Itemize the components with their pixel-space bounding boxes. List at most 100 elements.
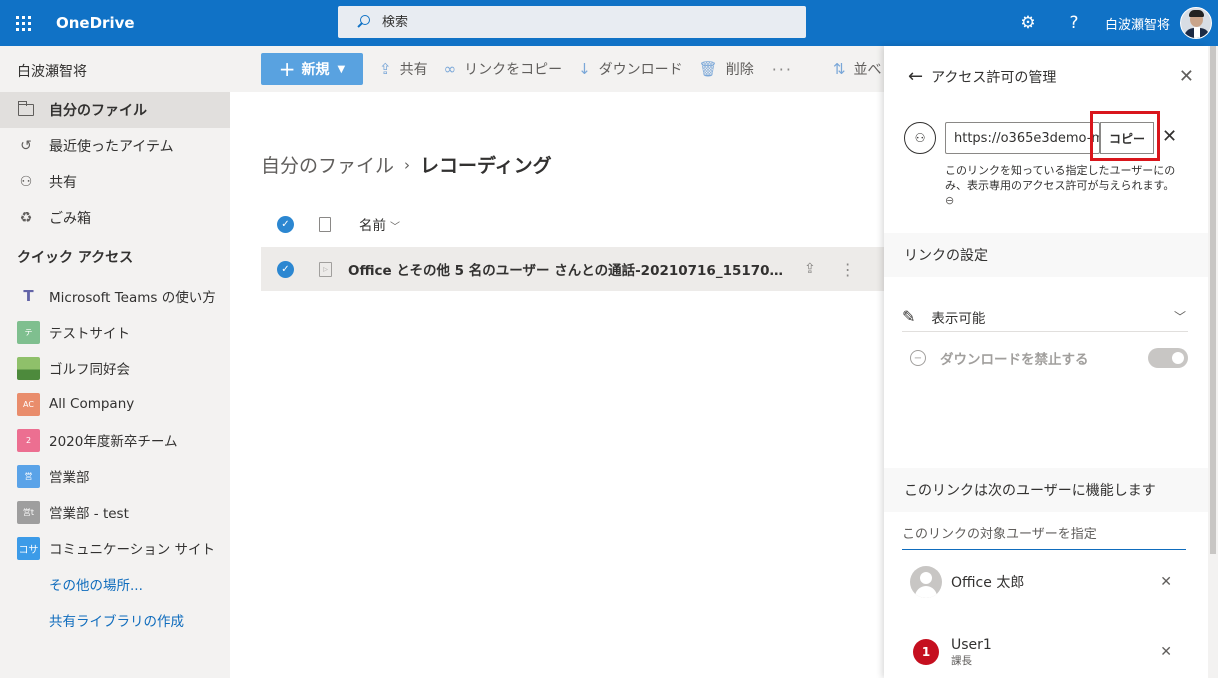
more-vertical-icon[interactable]: ⋮	[840, 260, 856, 279]
sort-command-label: 並べ	[853, 62, 882, 78]
remove-link-icon[interactable]: ✕	[1162, 126, 1177, 147]
share-command[interactable]: ⇪ 共有	[379, 59, 428, 79]
remove-person-icon[interactable]: ✕	[1160, 574, 1172, 590]
nav-my-files[interactable]: 自分のファイル	[0, 92, 230, 128]
back-arrow-icon[interactable]: ←	[908, 66, 923, 87]
collapse-icon[interactable]: ⊖	[945, 194, 954, 207]
waffle-icon	[15, 15, 31, 31]
quick-access-new-grad-team[interactable]: 2 2020年度新卒チーム	[0, 422, 230, 458]
download-command[interactable]: ↓ ダウンロード	[578, 59, 683, 79]
new-button[interactable]: + 新規 ▼	[261, 53, 363, 85]
account-name[interactable]: 白波瀬智将	[1105, 14, 1170, 33]
main-content: 自分のファイル › レコーディング ✓ 名前 ﹀ ✓ ▷ Office とその他 …	[230, 92, 884, 678]
copy-highlight-box	[1090, 111, 1160, 161]
quick-access-test-site[interactable]: テ テストサイト	[0, 314, 230, 350]
block-download-toggle[interactable]	[1148, 348, 1188, 368]
quick-access-sales-test[interactable]: 営t 営業部 - test	[0, 494, 230, 530]
pencil-icon: ✎	[902, 307, 916, 326]
quick-access-golf[interactable]: ゴルフ同好会	[0, 350, 230, 386]
suite-header: OneDrive ⚙ ? 白波瀬智将	[0, 0, 1218, 46]
nav-shared[interactable]: ⚇ 共有	[0, 164, 230, 200]
left-navigation: 白波瀬智将 自分のファイル ↺ 最近使ったアイテム ⚇ 共有 ♻ ごみ箱 クイッ…	[0, 46, 230, 678]
search-icon	[356, 14, 372, 30]
sort-command[interactable]: ⇅ 並べ	[833, 59, 882, 79]
nav-recycle-bin[interactable]: ♻ ごみ箱	[0, 200, 230, 236]
quick-access-teams[interactable]: T Microsoft Teams の使い方	[0, 278, 230, 314]
quick-access-all-company[interactable]: AC All Company	[0, 386, 230, 422]
create-shared-library-link[interactable]: 共有ライブラリの作成	[0, 602, 230, 638]
link-icon: ∞	[443, 60, 457, 78]
list-item: 1 User1 課長 ✕	[910, 632, 1184, 672]
help-button[interactable]: ?	[1051, 0, 1097, 46]
site-badge-icon: コサ	[17, 536, 40, 560]
search-input[interactable]	[382, 14, 782, 30]
more-commands-button[interactable]: ···	[772, 60, 793, 79]
quick-access-label: Microsoft Teams の使い方	[49, 290, 216, 306]
more-places-link[interactable]: その他の場所...	[0, 566, 230, 602]
download-command-label: ダウンロード	[598, 62, 683, 78]
quick-access-label: All Company	[49, 396, 135, 412]
teams-site-icon: T	[23, 287, 34, 305]
folder-icon	[17, 101, 35, 119]
breadcrumb-root[interactable]: 自分のファイル	[261, 151, 394, 178]
table-row[interactable]: ✓ ▷ Office とその他 5 名のユーザー さんとの通話-20210716…	[261, 247, 884, 291]
breadcrumb: 自分のファイル › レコーディング	[261, 151, 552, 178]
download-icon: ↓	[578, 60, 591, 78]
app-launcher-button[interactable]	[0, 0, 46, 46]
app-title[interactable]: OneDrive	[56, 14, 135, 32]
link-people-icon: ⚇	[904, 122, 936, 154]
person-name: Office 太郎	[951, 575, 1025, 591]
link-description-text: このリンクを知っている指定したユーザーにのみ、表示専用のアクセス許可が与えられま…	[945, 164, 1176, 192]
delete-command[interactable]: 🗑 削除	[699, 59, 754, 79]
account-avatar[interactable]	[1180, 7, 1212, 39]
file-name[interactable]: Office とその他 5 名のユーザー さんとの通話-20210716_151…	[348, 259, 790, 279]
person-info: User1 課長	[951, 637, 992, 668]
site-badge-icon: テ	[17, 320, 40, 344]
link-description: このリンクを知っている指定したユーザーにのみ、表示専用のアクセス許可が与えられま…	[945, 163, 1185, 208]
list-header: ✓ 名前 ﹀	[261, 208, 884, 240]
permission-label: 表示可能	[931, 310, 986, 327]
site-badge-icon: AC	[17, 392, 40, 416]
quick-access-label: テストサイト	[49, 326, 130, 342]
block-icon: −	[910, 350, 926, 366]
quick-access-label: ゴルフ同好会	[49, 362, 130, 378]
people-picker[interactable]	[902, 520, 1186, 550]
quick-access-label: 営業部 - test	[49, 506, 129, 522]
people-icon: ⚇	[19, 174, 33, 190]
row-checkbox[interactable]: ✓	[277, 260, 294, 278]
history-icon: ↺	[20, 138, 32, 154]
chevron-down-icon: ▼	[337, 63, 346, 75]
nav-recent[interactable]: ↺ 最近使ったアイテム	[0, 128, 230, 164]
site-image-icon	[17, 356, 40, 380]
link-url-field[interactable]: https://o365e3demo-my.sharepoint.com/	[945, 122, 1100, 154]
video-file-icon: ▷	[319, 261, 332, 277]
quick-access-label: 営業部	[49, 470, 90, 486]
person-avatar-icon	[910, 566, 942, 598]
block-download-label: ダウンロードを禁止する	[940, 352, 1089, 368]
copy-link-command-label: リンクをコピー	[464, 62, 563, 78]
close-icon[interactable]: ✕	[1179, 66, 1194, 87]
link-settings-heading: リンクの設定	[884, 233, 1208, 277]
column-header-name[interactable]: 名前 ﹀	[359, 214, 400, 234]
permission-dropdown[interactable]: ✎ 表示可能 ﹀	[902, 302, 1188, 332]
delete-command-label: 削除	[725, 62, 754, 78]
site-badge-icon: 2	[17, 428, 40, 452]
people-picker-input[interactable]	[902, 527, 1186, 542]
select-all-checkbox[interactable]: ✓	[277, 215, 294, 233]
person-name: User1	[951, 636, 992, 653]
panel-scrollbar[interactable]	[1208, 46, 1218, 678]
recycle-bin-icon: ♻	[19, 210, 33, 226]
scrollbar-thumb[interactable]	[1210, 46, 1216, 554]
gear-icon: ⚙	[1020, 13, 1036, 33]
search-box[interactable]	[338, 6, 806, 38]
settings-button[interactable]: ⚙	[1005, 0, 1051, 46]
nav-item-label: ごみ箱	[49, 211, 91, 227]
panel-header: ← アクセス許可の管理	[908, 66, 1056, 87]
quick-access-label: コミュニケーション サイト	[49, 542, 216, 558]
quick-access-sales[interactable]: 営 営業部	[0, 458, 230, 494]
remove-person-icon[interactable]: ✕	[1160, 644, 1172, 660]
copy-link-command[interactable]: ∞ リンクをコピー	[444, 59, 563, 79]
share-icon[interactable]: ⇪	[804, 261, 816, 277]
new-button-label: 新規	[301, 62, 330, 78]
quick-access-communication-site[interactable]: コサ コミュニケーション サイト	[0, 530, 230, 566]
